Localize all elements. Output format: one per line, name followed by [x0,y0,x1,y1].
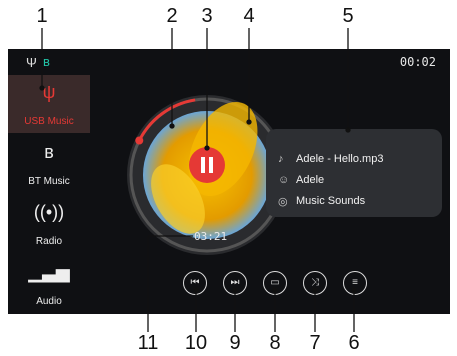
pause-icon [209,157,213,173]
artist-name: Adele [296,174,325,186]
album-name: Music Sounds [296,195,366,207]
elapsed-time: 03:21 [194,230,228,243]
track-info-panel: ♪ Adele - Hello.mp3 ☺ Adele ◎ Music Soun… [266,129,442,217]
artist-icon: ☺ [278,174,290,186]
callout-5: 5 [342,5,354,27]
list-icon: ≡ [352,277,358,288]
shuffle-button[interactable]: ⤨ [303,271,327,295]
callout-11: 11 [137,332,159,354]
play-pause-button[interactable] [189,147,225,183]
callout-6: 6 [348,332,360,354]
callout-7: 7 [309,332,321,354]
album-icon: ◎ [278,196,288,208]
shuffle-icon: ⤨ [311,277,319,288]
callout-10: 10 [184,332,208,354]
repeat-icon: ▭ [270,277,280,288]
callout-8: 8 [269,332,281,354]
next-track-button[interactable]: ⏭ [223,271,247,295]
previous-icon: ⏮ [190,277,200,288]
callout-4: 4 [243,5,255,27]
track-title: Adele - Hello.mp3 [296,153,384,165]
head-unit-screen: Ψ ʙ 00:02 ψ USB Music ʙ BT Music ((•)) R… [8,49,450,314]
callout-9: 9 [229,332,241,354]
next-icon: ⏭ [230,277,240,288]
music-note-icon: ♪ [278,153,284,165]
repeat-button[interactable]: ▭ [263,271,287,295]
callout-2: 2 [166,5,178,27]
callout-3: 3 [201,5,213,27]
callout-1: 1 [36,5,48,27]
pause-icon [201,157,205,173]
playlist-button[interactable]: ≡ [343,271,367,295]
previous-track-button[interactable]: ⏮ [183,271,207,295]
progress-knob[interactable] [135,136,144,145]
